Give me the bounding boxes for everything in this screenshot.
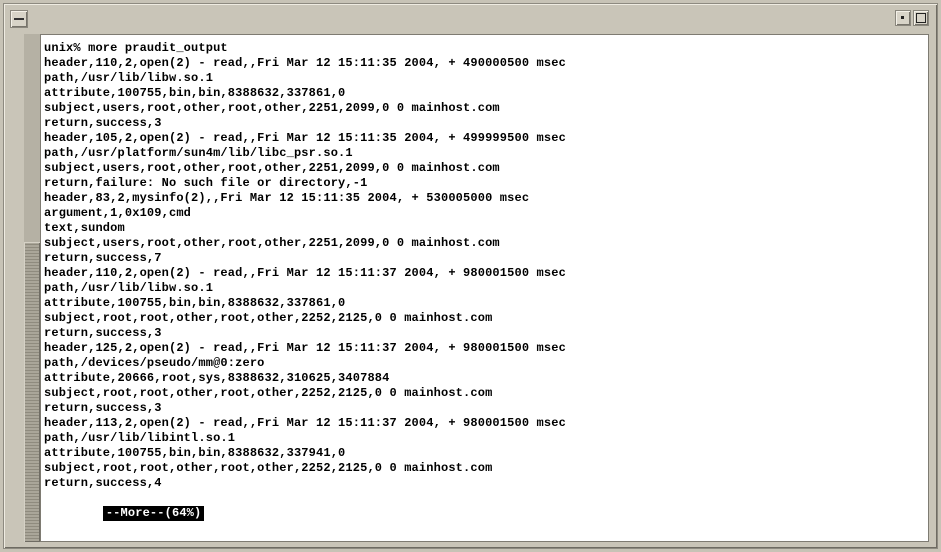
terminal-line: header,83,2,mysinfo(2),,Fri Mar 12 15:11… (44, 191, 530, 205)
terminal-line: unix% more praudit_output (44, 41, 228, 55)
terminal-line: text,sundom (44, 221, 125, 235)
scrollbar-thumb[interactable] (24, 242, 40, 542)
terminal-line: return,success,3 (44, 326, 162, 340)
terminal-line: header,110,2,open(2) - read,,Fri Mar 12 … (44, 56, 566, 70)
terminal-line: path,/devices/pseudo/mm@0:zero (44, 356, 265, 370)
terminal-output[interactable]: unix% more praudit_output header,110,2,o… (40, 34, 929, 542)
terminal-line: header,113,2,open(2) - read,,Fri Mar 12 … (44, 416, 566, 430)
terminal-line: return,success,7 (44, 251, 162, 265)
terminal-line: subject,users,root,other,root,other,2251… (44, 101, 500, 115)
terminal-line: subject,root,root,other,root,other,2252,… (44, 461, 493, 475)
more-prompt[interactable]: --More--(64%) (102, 506, 205, 521)
terminal-line: return,success,3 (44, 116, 162, 130)
terminal-line: path,/usr/lib/libintl.so.1 (44, 431, 236, 445)
terminal-line: return,success,4 (44, 476, 162, 490)
terminal-line: subject,root,root,other,root,other,2252,… (44, 386, 493, 400)
title-bar[interactable] (8, 8, 933, 28)
terminal-line: header,110,2,open(2) - read,,Fri Mar 12 … (44, 266, 566, 280)
terminal-line: attribute,100755,bin,bin,8388632,337861,… (44, 86, 346, 100)
maximize-icon[interactable] (913, 10, 929, 26)
terminal-line: path,/usr/platform/sun4m/lib/libc_psr.so… (44, 146, 353, 160)
terminal-line: subject,users,root,other,root,other,2251… (44, 236, 500, 250)
scrollbar[interactable] (24, 34, 40, 542)
window-menu-icon[interactable] (10, 10, 28, 28)
terminal-line: attribute,100755,bin,bin,8388632,337861,… (44, 296, 346, 310)
terminal-line: return,success,3 (44, 401, 162, 415)
terminal-line: header,125,2,open(2) - read,,Fri Mar 12 … (44, 341, 566, 355)
terminal-line: attribute,20666,root,sys,8388632,310625,… (44, 371, 390, 385)
minimize-icon[interactable] (895, 10, 911, 26)
terminal-line: attribute,100755,bin,bin,8388632,337941,… (44, 446, 346, 460)
terminal-line: path,/usr/lib/libw.so.1 (44, 71, 214, 85)
terminal-line: subject,users,root,other,root,other,2251… (44, 161, 500, 175)
terminal-line: subject,root,root,other,root,other,2252,… (44, 311, 493, 325)
terminal-line: argument,1,0x109,cmd (44, 206, 192, 220)
terminal-line: path,/usr/lib/libw.so.1 (44, 281, 214, 295)
more-prompt-line: --More--(64%) (44, 491, 566, 521)
terminal-lines: unix% more praudit_output header,110,2,o… (44, 41, 566, 521)
terminal-line: header,105,2,open(2) - read,,Fri Mar 12 … (44, 131, 566, 145)
terminal-line: return,failure: No such file or director… (44, 176, 368, 190)
terminal-window: unix% more praudit_output header,110,2,o… (3, 3, 938, 549)
